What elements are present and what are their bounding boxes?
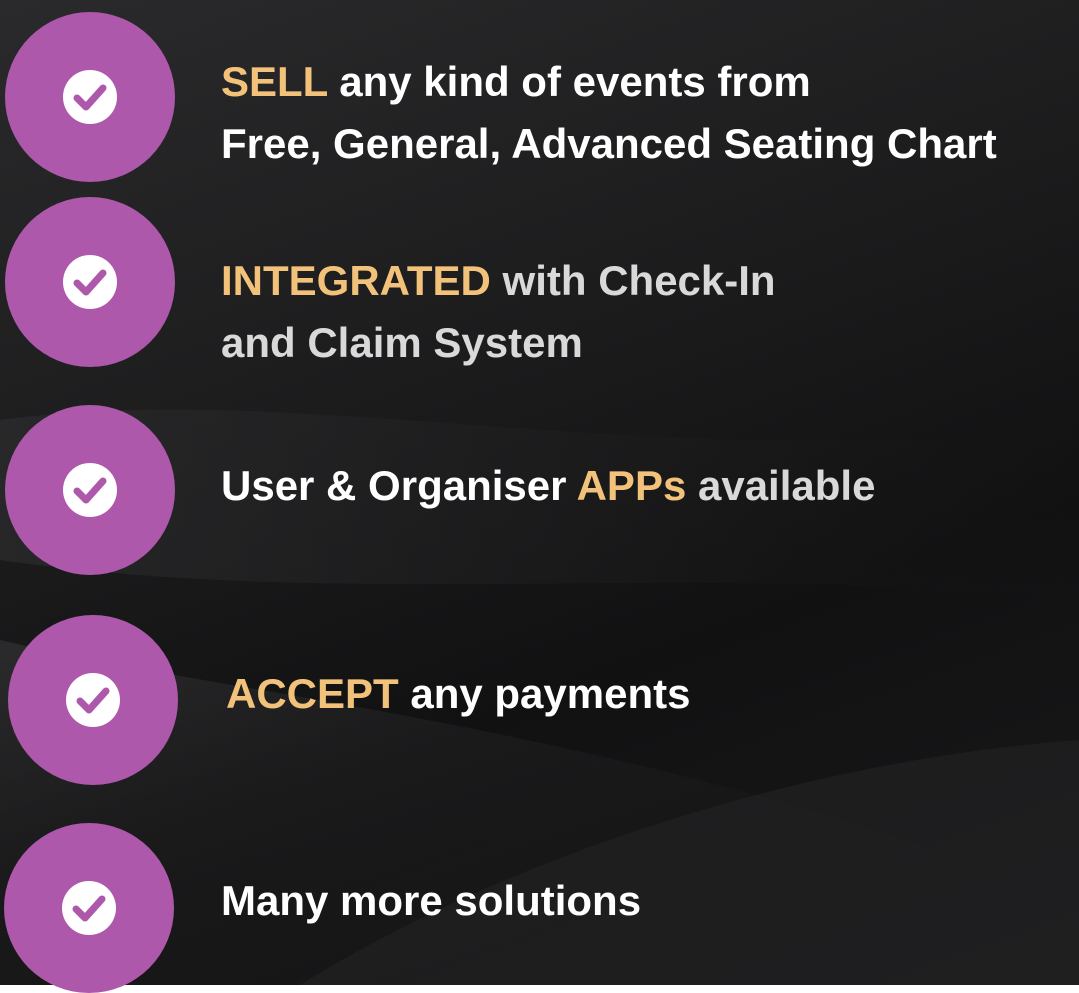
feature-text: INTEGRATED with Check-In and Claim Syste… <box>221 250 776 374</box>
feature-line-rest: with Check-In <box>490 257 776 304</box>
feature-line-1: User & Organiser APPs available <box>221 455 875 517</box>
feature-text: ACCEPT any payments <box>226 663 690 725</box>
check-circle-icon <box>63 70 117 124</box>
feature-badge <box>5 197 175 367</box>
feature-badge <box>5 405 175 575</box>
feature-highlight: APPs <box>576 462 687 509</box>
feature-highlight: ACCEPT <box>226 670 399 717</box>
feature-line-rest: any payments <box>398 670 691 717</box>
feature-text: SELL any kind of events from Free, Gener… <box>221 51 997 175</box>
feature-text: User & Organiser APPs available <box>221 455 875 517</box>
feature-badge <box>5 12 175 182</box>
feature-line-2: and Claim System <box>221 319 583 366</box>
feature-highlight: INTEGRATED <box>221 257 491 304</box>
feature-line-rest: any kind of events from <box>327 58 811 105</box>
check-circle-icon <box>63 463 117 517</box>
feature-text: Many more solutions <box>221 870 641 932</box>
feature-line-1: ACCEPT any payments <box>226 663 690 725</box>
feature-line-1: SELL any kind of events from <box>221 51 997 113</box>
feature-badge <box>4 823 174 993</box>
feature-line-2: Free, General, Advanced Seating Chart <box>221 120 997 167</box>
feature-badge <box>8 615 178 785</box>
check-circle-icon <box>62 881 116 935</box>
feature-line-1: INTEGRATED with Check-In <box>221 250 776 312</box>
feature-line-rest: available <box>686 462 876 509</box>
feature-line-pre: User & Organiser <box>221 462 577 509</box>
check-circle-icon <box>66 673 120 727</box>
feature-line-1: Many more solutions <box>221 877 642 924</box>
check-circle-icon <box>63 255 117 309</box>
feature-highlight: SELL <box>221 58 328 105</box>
